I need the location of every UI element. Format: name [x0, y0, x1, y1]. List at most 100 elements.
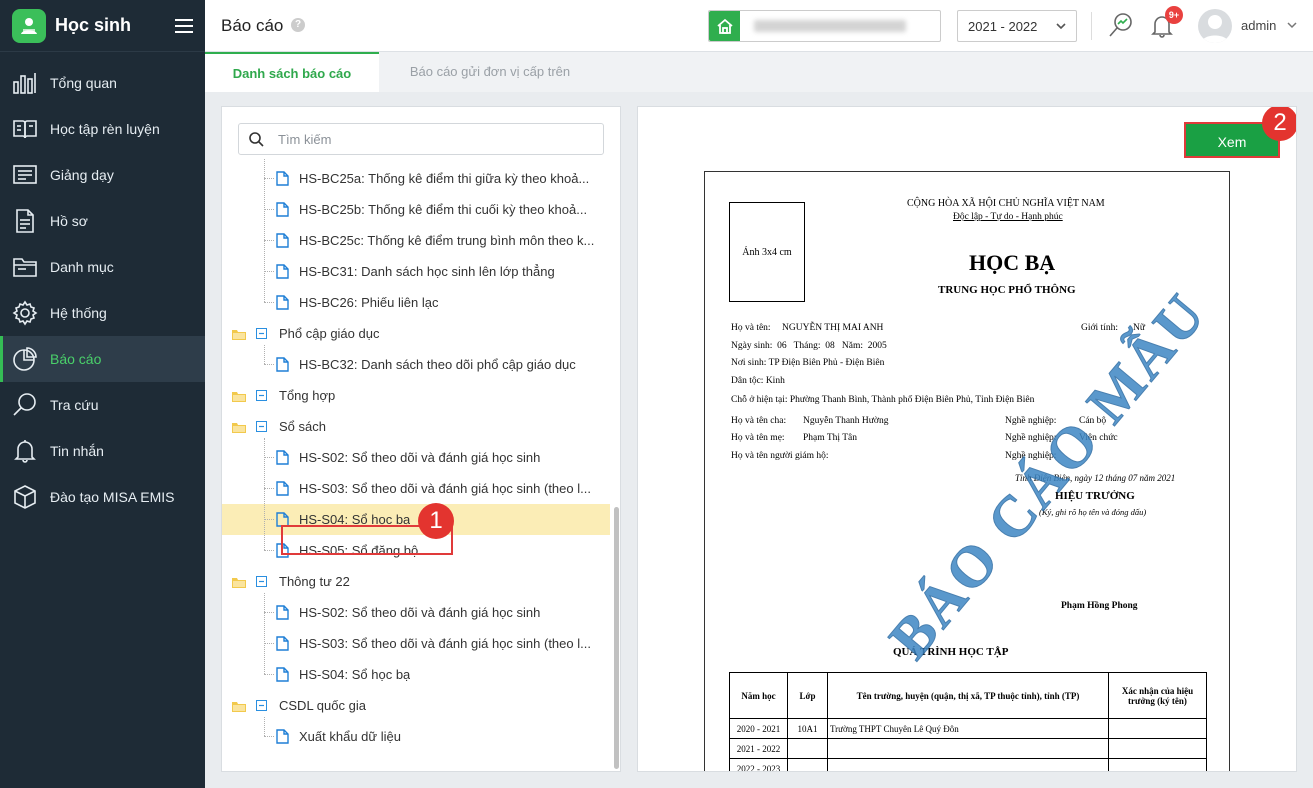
- tree-item[interactable]: HS-BC25c: Thống kê điểm trung bình môn t…: [222, 225, 610, 256]
- tree-folder[interactable]: Sổ sách: [222, 411, 610, 442]
- folder-icon: [232, 576, 246, 588]
- table-cell: Trường THPT Chuyên Lê Quý Đôn: [827, 718, 1109, 739]
- file-icon: [276, 450, 289, 465]
- username[interactable]: admin: [1241, 18, 1276, 33]
- sidebar-item-giang-day[interactable]: Giảng dạy: [0, 152, 205, 198]
- sidebar-item-label: Tổng quan: [50, 75, 117, 91]
- bell-icon: [14, 440, 36, 463]
- sidebar-item-label: Giảng dạy: [50, 167, 114, 183]
- sidebar-item-label: Hệ thống: [50, 305, 107, 321]
- sidebar-item-tin-nhan[interactable]: Tin nhắn: [0, 428, 205, 474]
- help-icon[interactable]: ?: [291, 18, 305, 32]
- sidebar-item-hoc-tap[interactable]: Học tập rèn luyện: [0, 106, 205, 152]
- collapse-icon[interactable]: [256, 700, 267, 711]
- file-icon: [276, 171, 289, 186]
- table-header: Năm học: [729, 672, 788, 719]
- chevron-down-icon[interactable]: [1287, 21, 1297, 29]
- tree-item[interactable]: HS-BC26: Phiếu liên lạc: [222, 287, 610, 318]
- tree-item[interactable]: HS-S02: Sổ theo dõi và đánh giá học sinh: [222, 597, 610, 628]
- sidebar-item-tong-quan[interactable]: Tổng quan: [0, 60, 205, 106]
- file-icon: [276, 357, 289, 372]
- bar-chart-icon: [13, 73, 36, 94]
- tree-item-label: Sổ sách: [279, 419, 326, 434]
- tree-item-label: HS-BC26: Phiếu liên lạc: [299, 295, 439, 310]
- sidebar-item-dao-tao[interactable]: Đào tạo MISA EMIS: [0, 474, 205, 520]
- tree-guide-line: [264, 717, 265, 736]
- page-title: Báo cáo: [221, 16, 284, 35]
- file-icon: [276, 233, 289, 248]
- school-selector[interactable]: [708, 10, 941, 42]
- tree-item-label: HS-BC31: Danh sách học sinh lên lớp thẳn…: [299, 264, 555, 279]
- board-icon: [13, 165, 37, 184]
- tree-folder[interactable]: Thông tư 22: [222, 566, 610, 597]
- folder-icon: [232, 700, 246, 712]
- ethnic: Dân tộc: Kinh: [731, 376, 785, 386]
- doc-title: HỌC BẠ: [969, 250, 1056, 275]
- book-icon: [13, 120, 37, 139]
- collapse-icon[interactable]: [256, 421, 267, 432]
- tree-item-label: HS-S04: Sổ học bạ: [299, 667, 411, 682]
- app-title: Học sinh: [55, 15, 132, 35]
- tree-item-label: Phổ cập giáo dục: [279, 326, 380, 341]
- app-logo-icon: [12, 8, 46, 43]
- principal-name: Phạm Hồng Phong: [1061, 601, 1138, 611]
- tree-item[interactable]: HS-S04: Sổ học bạ: [222, 659, 610, 690]
- photo-placeholder: Ảnh 3x4 cm: [729, 202, 805, 302]
- tree-item[interactable]: HS-BC32: Danh sách theo dõi phổ cập giáo…: [222, 349, 610, 380]
- sidebar-item-label: Báo cáo: [50, 351, 102, 367]
- sidebar-item-tra-cuu[interactable]: Tra cứu: [0, 382, 205, 428]
- file-icon: [276, 481, 289, 496]
- chevron-down-icon: [1056, 23, 1066, 30]
- table-cell: [1108, 758, 1207, 771]
- sidebar-item-ho-so[interactable]: Hồ sơ: [0, 198, 205, 244]
- collapse-icon[interactable]: [256, 390, 267, 401]
- search-input[interactable]: Tìm kiếm: [238, 123, 604, 155]
- tree-guide-line: [264, 438, 265, 550]
- tree-item-label: Xuất khẩu dữ liệu: [299, 729, 401, 744]
- sidebar-item-he-thong[interactable]: Hệ thống: [0, 290, 205, 336]
- table-cell: 2021 - 2022: [729, 738, 788, 759]
- tab-danh-sach-bao-cao[interactable]: Danh sách báo cáo: [205, 52, 379, 92]
- sidebar-nav: Tổng quan Học tập rèn luyện Giảng dạy Hồ…: [0, 52, 205, 520]
- table-cell: [827, 758, 1109, 771]
- box-icon: [14, 485, 36, 509]
- search-icon: [249, 131, 264, 147]
- tree-item[interactable]: HS-S03: Sổ theo dõi và đánh giá học sinh…: [222, 473, 610, 504]
- scrollbar[interactable]: [614, 507, 619, 769]
- file-icon: [276, 295, 289, 310]
- table-header: Xác nhận của hiệu trưởng (ký tên): [1108, 672, 1207, 719]
- tree-guide-line: [264, 159, 265, 302]
- tab-bao-cao-gui-don-vi[interactable]: Báo cáo gửi đơn vị cấp trên: [385, 52, 595, 92]
- tree-item[interactable]: HS-S03: Sổ theo dõi và đánh giá học sinh…: [222, 628, 610, 659]
- dob: Ngày sinh: 06 Tháng: 08 Năm: 2005: [731, 341, 887, 351]
- top-bar: Báo cáo ? 2021 - 2022 9+ admin: [205, 0, 1313, 52]
- collapse-icon[interactable]: [256, 576, 267, 587]
- pie-chart-icon: [13, 347, 37, 371]
- tree-folder[interactable]: CSDL quốc gia: [222, 690, 610, 721]
- tree-item[interactable]: HS-BC31: Danh sách học sinh lên lớp thẳn…: [222, 256, 610, 287]
- hamburger-menu-icon[interactable]: [175, 18, 193, 33]
- brand: Học sinh: [0, 0, 205, 52]
- sidebar-item-bao-cao[interactable]: Báo cáo: [0, 336, 205, 382]
- collapse-icon[interactable]: [256, 328, 267, 339]
- tree-item-label: HS-BC25a: Thống kê điểm thi giữa kỳ theo…: [299, 171, 590, 186]
- table-row: 2020 - 2021 10A1 Trường THPT Chuyên Lê Q…: [729, 718, 1207, 739]
- table-cell: 2020 - 2021: [729, 718, 788, 739]
- table-row: 2021 - 2022: [729, 738, 1207, 759]
- sidebar-item-label: Danh mục: [50, 259, 114, 275]
- tree-item[interactable]: HS-BC25b: Thống kê điểm thi cuối kỳ theo…: [222, 194, 610, 225]
- tree-item[interactable]: Xuất khẩu dữ liệu: [222, 721, 610, 752]
- tree-item[interactable]: HS-S02: Sổ theo dõi và đánh giá học sinh: [222, 442, 610, 473]
- tree-folder[interactable]: Tổng hợp: [222, 380, 610, 411]
- file-icon: [276, 605, 289, 620]
- school-year-select[interactable]: 2021 - 2022: [957, 10, 1077, 42]
- tree-guide-line: [264, 593, 265, 674]
- avatar[interactable]: [1198, 9, 1232, 43]
- analytics-search-icon[interactable]: [1108, 12, 1134, 38]
- table-row: 2022 - 2023: [729, 758, 1207, 771]
- tree-folder[interactable]: Phổ cập giáo dục: [222, 318, 610, 349]
- tree-item-label: Thông tư 22: [279, 574, 350, 589]
- tree-item[interactable]: HS-BC25a: Thống kê điểm thi giữa kỳ theo…: [222, 163, 610, 194]
- sidebar-item-danh-muc[interactable]: Danh mục: [0, 244, 205, 290]
- search-icon: [13, 393, 36, 416]
